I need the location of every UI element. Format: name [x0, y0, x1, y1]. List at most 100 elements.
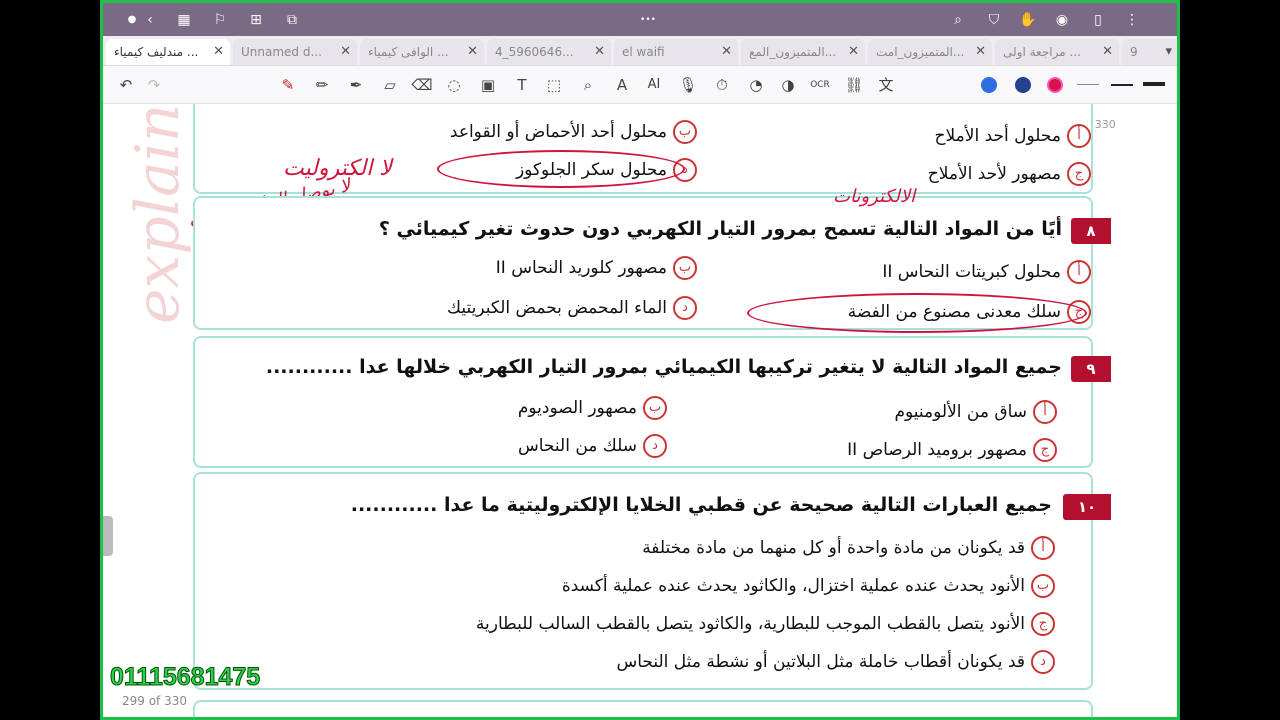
tab-5[interactable]: el waifi ✕ [614, 39, 738, 65]
timer-icon[interactable]: ⏱ [711, 74, 733, 96]
tab-9[interactable]: 9 ▾ [1122, 39, 1177, 65]
q10-option-c[interactable]: ج الأنود يتصل بالقطب الموجب للبطارية، وال… [476, 612, 1055, 636]
annotation-toolbar: ↶ ↷ ✎ ✏ ✒ ▱ ⌫ ◌ ▣ T ⬚ ⌕ A AI 🎙 ⏱ ◔ ◑ OCR… [103, 66, 1177, 104]
ai-icon[interactable]: AI [643, 74, 665, 96]
lasso-icon[interactable]: ◌ [443, 74, 465, 96]
hand-icon[interactable]: ✋ [1019, 11, 1037, 29]
question-number: ٨ [1071, 218, 1111, 244]
option-text: مصهور الصوديوم [517, 398, 637, 418]
close-icon[interactable]: ✕ [1102, 39, 1113, 65]
close-icon[interactable]: ✕ [848, 39, 859, 65]
q9-option-a[interactable]: أ ساق من الألومنيوم [894, 400, 1057, 424]
status-bar: ● ‹ ▦ ⚐ ⊞ ⧉ ••• ⌕ ⛉ ✋ ◉ ▯ ⋮ [103, 3, 1177, 36]
color-navy[interactable] [1015, 77, 1031, 93]
q8-option-b[interactable]: ب مصهور كلوريد النحاس II [496, 256, 697, 280]
shape-icon[interactable]: ⬚ [543, 74, 565, 96]
drag-handle-icon[interactable]: ••• [633, 11, 663, 29]
close-icon[interactable]: ✕ [975, 39, 986, 65]
option-text: سلك من النحاس [518, 436, 637, 456]
stroke-thin[interactable] [1077, 84, 1099, 85]
close-icon[interactable]: ✕ [594, 39, 605, 65]
microphone-icon[interactable]: 🎙 [677, 74, 699, 96]
search-icon[interactable]: ⌕ [949, 11, 967, 29]
close-icon[interactable]: ✕ [340, 39, 351, 65]
option-letter: د [673, 296, 697, 320]
option-text: محلول أحد الأملاح [934, 126, 1061, 146]
q8-option-a[interactable]: أ محلول كبريتات النحاس II [882, 260, 1091, 284]
translate-icon[interactable]: 文 [875, 74, 897, 96]
ruler-icon[interactable]: ◑ [777, 74, 799, 96]
q8-option-d[interactable]: د الماء المحمض بحمض الكبريتيك [447, 296, 697, 320]
stroke-medium[interactable] [1111, 84, 1133, 86]
tab-7[interactable]: المتميزون_امت... ✕ [868, 39, 992, 65]
ocr-icon[interactable]: OCR [809, 74, 831, 96]
text-box-icon[interactable]: A [611, 74, 633, 96]
image-icon[interactable]: ▣ [477, 74, 499, 96]
tab-label: 4_5960646... [495, 45, 574, 59]
option-text: محلول كبريتات النحاس II [882, 262, 1061, 282]
fountain-pen-icon[interactable]: ✒ [345, 74, 367, 96]
side-handle[interactable] [103, 516, 113, 556]
tab-bar: مندليف كيمياء ... ✕ Unnamed d... ✕ الوافى … [103, 36, 1177, 66]
tab-label: الوافى كيمياء ... [368, 45, 449, 59]
crop-icon[interactable]: ⧉ [283, 11, 301, 29]
option-text: محلول أحد الأحماض أو القواعد [449, 122, 667, 142]
undo-icon[interactable]: ↶ [115, 74, 137, 96]
q10-option-a[interactable]: أ قد يكونان من مادة واحدة أو كل منهما من … [642, 536, 1055, 560]
link-icon[interactable]: ⛓ [843, 74, 865, 96]
q9-option-c[interactable]: ج مصهور بروميد الرصاص II [847, 438, 1057, 462]
bookmark-icon[interactable]: ⚐ [211, 11, 229, 29]
option-letter: د [643, 434, 667, 458]
q10-option-d[interactable]: د قد يكونان أقطاب خاملة مثل البلاتين أو ن… [616, 650, 1055, 674]
page-indicator-bottom: 299 of 330 [122, 694, 188, 708]
tab-label: مراجعة اولى ... [1003, 45, 1081, 59]
question-11-box [193, 700, 1093, 717]
close-icon[interactable]: ✕ [213, 39, 224, 65]
tab-2[interactable]: Unnamed d... ✕ [233, 39, 357, 65]
close-icon[interactable]: ✕ [467, 39, 478, 65]
tab-1[interactable]: مندليف كيمياء ... ✕ [106, 39, 230, 65]
sticker-icon[interactable]: ◔ [745, 74, 767, 96]
pen-icon[interactable]: ✎ [277, 74, 299, 96]
grid-icon[interactable]: ▦ [175, 11, 193, 29]
eye-icon[interactable]: ◉ [1053, 11, 1071, 29]
option-text: مصهور بروميد الرصاص II [847, 440, 1027, 460]
q10-option-b[interactable]: ب الأنود يحدث عنده عملية اختزال، والكاثود… [562, 574, 1055, 598]
q9-option-d[interactable]: د سلك من النحاس [518, 434, 667, 458]
tab-6[interactable]: المتميزون_المع... ✕ [741, 39, 865, 65]
q9-option-b[interactable]: ب مصهور الصوديوم [518, 396, 667, 420]
q7-option-a[interactable]: أ محلول أحد الأملاح [935, 124, 1091, 148]
option-text: الماء المحمض بحمض الكبريتيك [447, 298, 667, 318]
tab-8[interactable]: مراجعة اولى ... ✕ [995, 39, 1119, 65]
chevron-down-icon[interactable]: ▾ [1165, 39, 1172, 65]
phone-icon[interactable]: ▯ [1089, 11, 1107, 29]
option-text: قد يكونان من مادة واحدة أو كل منهما من م… [642, 538, 1025, 558]
color-blue[interactable] [981, 77, 997, 93]
tab-label: مندليف كيمياء ... [114, 45, 199, 59]
redo-icon[interactable]: ↷ [143, 74, 165, 96]
tab-3[interactable]: الوافى كيمياء ... ✕ [360, 39, 484, 65]
more-icon[interactable]: ⋮ [1123, 11, 1141, 29]
close-icon[interactable]: ✕ [721, 39, 732, 65]
option-text: مصهور لأحد الأملاح [927, 164, 1061, 184]
option-letter: ب [643, 396, 667, 420]
option-letter: أ [1033, 400, 1057, 424]
tab-label: Unnamed d... [241, 45, 322, 59]
option-letter: ب [673, 256, 697, 280]
q7-option-c[interactable]: ج مصهور لأحد الأملاح [928, 162, 1091, 186]
shirt-icon[interactable]: ⛉ [985, 11, 1003, 29]
text-icon[interactable]: T [511, 74, 533, 96]
eraser-icon[interactable]: ⌫ [411, 74, 433, 96]
color-pink[interactable] [1047, 77, 1063, 93]
pencil-icon[interactable]: ✏ [311, 74, 333, 96]
tab-4[interactable]: 4_5960646... ✕ [487, 39, 611, 65]
q7-option-b[interactable]: ب محلول أحد الأحماض أو القواعد [450, 120, 697, 144]
add-page-icon[interactable]: ⊞ [247, 11, 265, 29]
back-icon[interactable]: ‹ [141, 11, 159, 29]
stroke-thick[interactable] [1143, 82, 1165, 86]
document-page[interactable]: explain1 299 / 330 أمحلول أحد الأملاح بم… [103, 104, 1177, 717]
search-text-icon[interactable]: ⌕ [577, 74, 599, 96]
tab-label: المتميزون_امت... [876, 45, 965, 59]
highlighter-icon[interactable]: ▱ [379, 74, 401, 96]
option-letter: أ [1067, 124, 1091, 148]
